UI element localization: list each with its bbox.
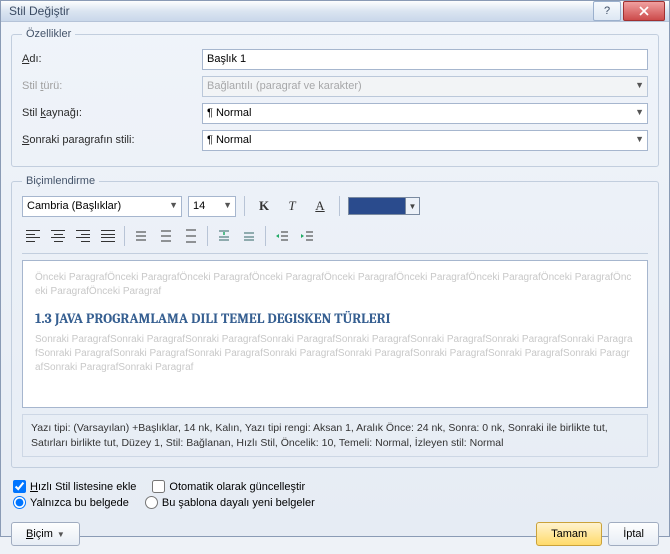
- help-button[interactable]: ?: [593, 1, 621, 21]
- separator: [265, 226, 266, 246]
- align-right-icon: [76, 230, 90, 242]
- type-label: Stil türü:: [22, 80, 202, 92]
- format-row-1: Cambria (Başlıklar) ▼ 14 ▼ K T A ▼: [22, 195, 648, 217]
- line-spacing-icon: [159, 229, 173, 243]
- para-space-icon: [217, 229, 231, 243]
- row-type: Stil türü: Bağlantılı (paragraf ve karak…: [22, 75, 648, 97]
- align-center-icon: [51, 230, 65, 242]
- window-title: Stil Değiştir: [9, 4, 593, 18]
- row-based: Stil kaynağı: ¶ Normal ▼: [22, 102, 648, 124]
- separator: [124, 226, 125, 246]
- indent-increase-button[interactable]: [296, 225, 318, 247]
- align-right-button[interactable]: [72, 225, 94, 247]
- underline-button[interactable]: A: [309, 195, 331, 217]
- preview-next-paragraph: Sonraki ParagrafSonraki ParagrafSonraki …: [35, 333, 635, 375]
- titlebar: Stil Değiştir ?: [1, 1, 669, 22]
- align-center-button[interactable]: [47, 225, 69, 247]
- titlebar-buttons: ?: [593, 1, 667, 21]
- chevron-down-icon: ▼: [57, 530, 65, 539]
- type-select: Bağlantılı (paragraf ve karakter): [202, 76, 648, 97]
- row-next: Sonraki paragrafın stili: ¶ Normal ▼: [22, 129, 648, 151]
- properties-group: Özellikler Adı: Stil türü: Bağlantılı (p…: [11, 28, 659, 167]
- style-description: Yazı tipi: (Varsayılan) +Başlıklar, 14 n…: [22, 414, 648, 457]
- formatting-legend: Biçimlendirme: [22, 175, 99, 187]
- line-spacing-1-button[interactable]: [130, 225, 152, 247]
- next-select[interactable]: ¶ Normal: [202, 130, 648, 151]
- format-button[interactable]: Biçim ▼: [11, 522, 80, 546]
- preview-heading: 1.3 JAVA PROGRAMLAMA DILI TEMEL DEGISKEN…: [35, 309, 635, 329]
- row-name: Adı:: [22, 48, 648, 70]
- properties-legend: Özellikler: [22, 28, 75, 40]
- separator: [339, 196, 340, 216]
- bold-button[interactable]: K: [253, 195, 275, 217]
- indent-decrease-button[interactable]: [271, 225, 293, 247]
- options-area: Hızlı Stil listesine ekle Otomatik olara…: [11, 476, 659, 516]
- ok-button[interactable]: Tamam: [536, 522, 602, 546]
- next-label: Sonraki paragrafın stili:: [22, 134, 202, 146]
- auto-update-checkbox[interactable]: Otomatik olarak güncelleştir: [152, 480, 305, 493]
- align-left-button[interactable]: [22, 225, 44, 247]
- font-select[interactable]: Cambria (Başlıklar): [22, 196, 182, 217]
- line-spacing-icon: [184, 229, 198, 243]
- align-left-icon: [26, 230, 40, 242]
- only-this-doc-radio[interactable]: Yalnızca bu belgede: [13, 496, 129, 509]
- font-color-dropdown[interactable]: ▼: [406, 197, 420, 215]
- para-space-icon: [242, 229, 256, 243]
- name-label: Adı:: [22, 53, 202, 65]
- font-color-swatch[interactable]: [348, 197, 406, 215]
- indent-dec-icon: [275, 229, 289, 243]
- button-bar: Biçim ▼ Tamam İptal: [11, 516, 659, 546]
- align-justify-button[interactable]: [97, 225, 119, 247]
- line-spacing-icon: [134, 229, 148, 243]
- size-select[interactable]: 14: [188, 196, 236, 217]
- preview-box: Önceki ParagrafÖnceki ParagrafÖnceki Par…: [22, 260, 648, 408]
- preview-prev-paragraph: Önceki ParagrafÖnceki ParagrafÖnceki Par…: [35, 271, 635, 299]
- format-row-2: [22, 223, 648, 254]
- separator: [207, 226, 208, 246]
- name-input[interactable]: [202, 49, 648, 70]
- based-select[interactable]: ¶ Normal: [202, 103, 648, 124]
- cancel-button[interactable]: İptal: [608, 522, 659, 546]
- space-before-dec-button[interactable]: [238, 225, 260, 247]
- space-before-inc-button[interactable]: [213, 225, 235, 247]
- based-label: Stil kaynağı:: [22, 107, 202, 119]
- align-justify-icon: [101, 230, 115, 242]
- close-button[interactable]: [623, 1, 665, 21]
- separator: [244, 196, 245, 216]
- dialog-content: Özellikler Adı: Stil türü: Bağlantılı (p…: [1, 22, 669, 554]
- template-radio[interactable]: Bu şablona dayalı yeni belgeler: [145, 496, 315, 509]
- line-spacing-15-button[interactable]: [155, 225, 177, 247]
- close-icon: [639, 6, 649, 16]
- line-spacing-2-button[interactable]: [180, 225, 202, 247]
- indent-inc-icon: [300, 229, 314, 243]
- italic-button[interactable]: T: [281, 195, 303, 217]
- quick-style-checkbox[interactable]: Hızlı Stil listesine ekle: [13, 480, 136, 493]
- formatting-group: Biçimlendirme Cambria (Başlıklar) ▼ 14 ▼…: [11, 175, 659, 468]
- dialog-window: Stil Değiştir ? Özellikler Adı: Stil tür…: [0, 0, 670, 537]
